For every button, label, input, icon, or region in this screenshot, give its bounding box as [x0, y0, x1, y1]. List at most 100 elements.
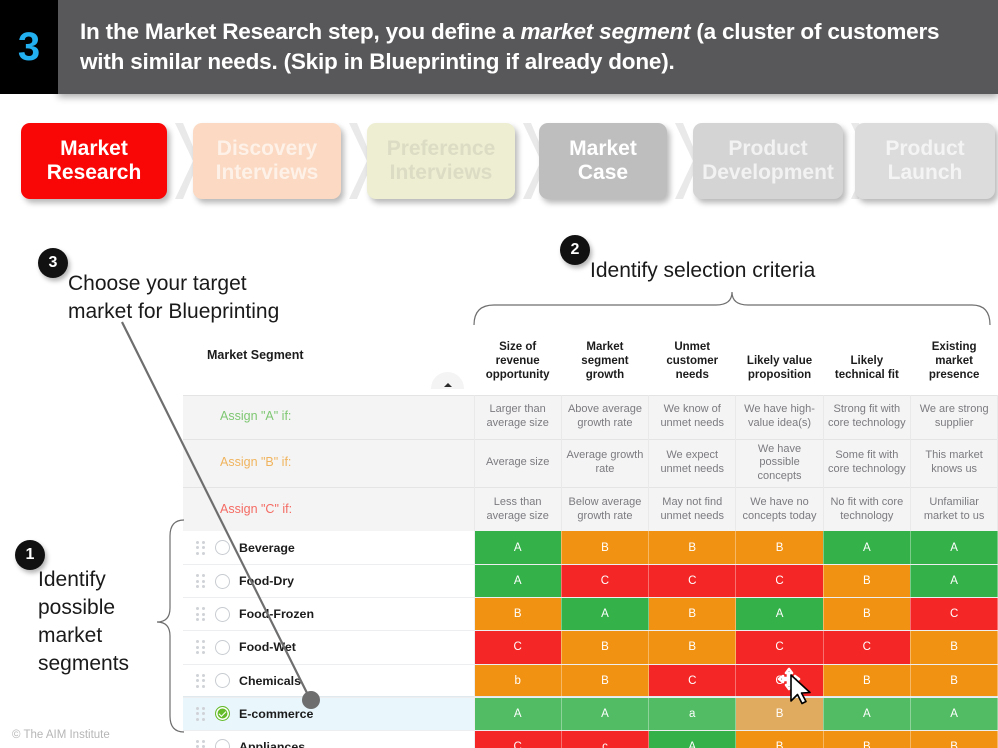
column-header-criterion-5[interactable]: Likely technical fit [823, 323, 911, 395]
assign-criteria-text: Above average growth rate [561, 394, 650, 439]
grade-cell[interactable]: B [823, 664, 911, 698]
assign-criteria-text: Below average growth rate [561, 486, 650, 532]
assign-criteria-text: Average size [474, 438, 562, 488]
segment-name-cell[interactable]: Appliances [183, 730, 475, 748]
grade-cell[interactable]: a [648, 697, 737, 731]
radio-button-icon[interactable] [215, 639, 230, 655]
grade-cell[interactable]: A [474, 531, 562, 565]
callout-1-line4: segments [38, 651, 130, 675]
grade-cell[interactable]: B [648, 531, 737, 565]
check-circle-icon[interactable] [215, 706, 230, 722]
grade-cell[interactable]: B [561, 630, 650, 665]
grade-cell[interactable]: A [648, 730, 737, 748]
radio-button-icon[interactable] [215, 739, 230, 748]
grade-cell[interactable]: B [823, 597, 911, 632]
grade-cell[interactable]: B [823, 730, 911, 748]
table-row[interactable]: Beverage A B B B A A [183, 531, 998, 565]
table-row[interactable]: Appliances Cc A B B B [183, 730, 998, 748]
column-header-criterion-2[interactable]: Market segment growth [561, 323, 649, 395]
process-step-discovery-interviews[interactable]: Discovery Interviews [193, 123, 341, 199]
grade-cell[interactable]: C [735, 564, 824, 599]
radio-button-icon[interactable] [215, 606, 230, 622]
grade-cell[interactable]: A [561, 597, 650, 632]
table-row[interactable]: Food-Dry A C C C B A [183, 564, 998, 599]
radio-button-icon[interactable] [215, 673, 230, 689]
grade-cell[interactable]: C [823, 630, 911, 665]
segment-name-cell[interactable]: Food-Frozen [183, 597, 475, 632]
grade-cell[interactable]: A [735, 597, 824, 632]
grade-cell[interactable]: A [561, 697, 650, 731]
segment-row-content: Food-Dry [191, 573, 474, 589]
column-header-criterion-1[interactable]: Size of revenue opportunity [474, 323, 562, 395]
process-step-product-launch[interactable]: Product Launch [855, 123, 995, 199]
grade-cell[interactable]: A [474, 697, 562, 731]
assign-label-B: Assign "B" if: [183, 438, 475, 488]
grade-cell[interactable]: c [561, 730, 650, 748]
process-step-preference-interviews[interactable]: Preference Interviews [367, 123, 515, 199]
grade-cell[interactable]: B [735, 730, 824, 748]
process-step-market-research[interactable]: Market Research [21, 123, 167, 199]
segment-name-cell[interactable]: Chemicals [183, 664, 475, 698]
grade-cell[interactable]: C [474, 730, 562, 748]
segment-name-cell[interactable]: Food-Wet [183, 630, 475, 665]
drag-handle-icon[interactable] [195, 640, 206, 655]
grade-cell[interactable]: B [910, 630, 998, 665]
drag-handle-icon[interactable] [195, 706, 206, 721]
grade-cell[interactable]: A [910, 564, 998, 599]
process-step-label-line1: Product [728, 137, 808, 161]
drag-handle-icon[interactable] [195, 540, 206, 555]
grade-cell[interactable]: C [474, 630, 562, 665]
grade-cell[interactable]: B [910, 664, 998, 698]
table-row[interactable]: Food-Wet C B B C C B [183, 630, 998, 665]
table-row[interactable]: E-commerce A Aa B A A [183, 697, 998, 731]
drag-handle-icon[interactable] [195, 673, 206, 688]
segment-name-cell[interactable]: Beverage [183, 531, 475, 565]
assign-row-B: Assign "B" if: Average size Average growth… [183, 438, 998, 488]
grade-cell[interactable]: A [823, 697, 911, 731]
market-segment-table-container[interactable]: Market Segment Size of revenue opportunit… [183, 323, 998, 748]
callout-badge-1: 1 [15, 540, 45, 570]
grade-cell[interactable]: C [910, 597, 998, 632]
radio-button-icon[interactable] [215, 540, 230, 556]
process-step-label-line2: Development [702, 161, 834, 184]
grade-cell[interactable]: B [474, 597, 562, 632]
table-body: Assign "A" if: Larger than average size Ab… [183, 394, 998, 748]
grade-cell[interactable]: B [823, 564, 911, 599]
grade-cell[interactable]: C [648, 564, 737, 599]
grade-cell[interactable]: A [474, 564, 562, 599]
grade-cell[interactable]: B [561, 531, 650, 565]
column-header-criterion-4[interactable]: Likely value proposition [735, 323, 824, 395]
grade-cell[interactable]: B [910, 730, 998, 748]
column-header-criterion-6[interactable]: Existing market presence [910, 323, 998, 395]
grade-cell[interactable]: B [561, 664, 650, 698]
grade-cell[interactable]: A [823, 531, 911, 565]
segment-name-cell[interactable]: E-commerce [183, 697, 475, 731]
grade-cell[interactable]: A [910, 697, 998, 731]
table-row[interactable]: ChemicalsbBCCBB [183, 664, 998, 698]
process-step-label: Market Case [564, 137, 642, 184]
grade-cell[interactable]: C [561, 564, 650, 599]
callout-3-line1: Choose your target [68, 272, 247, 295]
segment-name-cell[interactable]: Food-Dry [183, 564, 475, 599]
drag-handle-icon[interactable] [195, 739, 206, 748]
grade-cell[interactable]: B [648, 597, 737, 632]
grade-cell[interactable]: B [648, 630, 737, 665]
process-step-market-case[interactable]: Market Case [539, 123, 667, 199]
grade-cell[interactable]: b [474, 664, 562, 698]
column-header-criterion-3[interactable]: Unmet customer needs [648, 323, 736, 395]
process-step-label-line1: Product [885, 137, 965, 161]
table-row[interactable]: Food-Frozen B A B A B C [183, 597, 998, 632]
radio-button-icon[interactable] [215, 573, 230, 589]
process-step-label: Preference Interviews [382, 137, 501, 184]
segment-row-content: Chemicals [191, 673, 474, 689]
callout-text-2: Identify selection criteria [590, 257, 930, 285]
drag-handle-icon[interactable] [195, 607, 206, 622]
grade-cell[interactable]: A [910, 531, 998, 565]
process-step-label: Discovery Interviews [211, 137, 324, 184]
grade-cell[interactable]: C [648, 664, 737, 698]
criteria-brace [473, 291, 991, 326]
assign-criteria-text: Larger than average size [474, 394, 562, 439]
process-step-product-development[interactable]: Product Development [693, 123, 843, 199]
grade-cell[interactable]: B [735, 531, 824, 565]
drag-handle-icon[interactable] [195, 574, 206, 589]
